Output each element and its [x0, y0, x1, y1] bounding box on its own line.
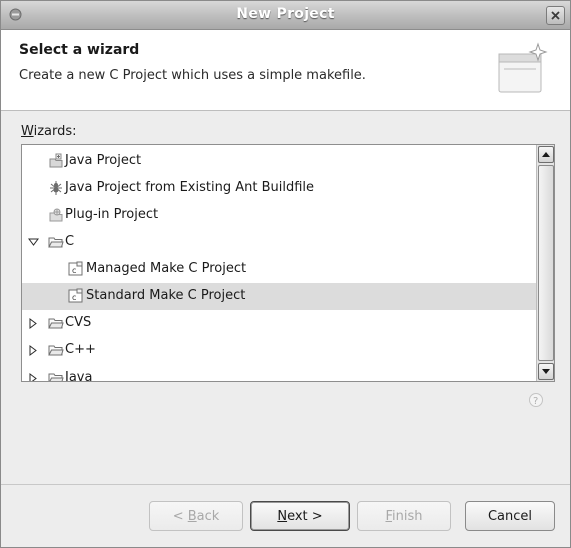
back-button[interactable]: < Back — [149, 501, 243, 531]
next-button-label: ext > — [287, 509, 323, 524]
tree-item-plugin-project[interactable]: Plug-in Project — [22, 202, 536, 229]
tree-item-label: CVS — [65, 315, 92, 330]
svg-text:c: c — [72, 266, 76, 275]
arrow-down-icon — [542, 369, 550, 374]
collapsed-arrow-icon[interactable] — [28, 318, 39, 329]
arrow-up-icon — [542, 152, 550, 157]
tree-item-label: Java — [65, 370, 93, 381]
vertical-scrollbar[interactable] — [536, 145, 554, 381]
back-button-label: ack — [196, 509, 220, 524]
svg-text:?: ? — [533, 396, 538, 407]
tree-item-label: Java Project — [65, 153, 142, 168]
new-project-dialog: New Project Select a wizard Create a new… — [0, 0, 571, 548]
c-project-icon: c — [68, 288, 83, 303]
tree-item-cvs-category[interactable]: CVS — [22, 310, 536, 337]
wizard-header: Select a wizard Create a new C Project w… — [1, 30, 570, 111]
scroll-up-button[interactable] — [538, 146, 554, 163]
button-bar-separator — [1, 484, 570, 485]
help-icon[interactable]: ? — [528, 392, 544, 408]
wizards-label-mnemonic: W — [21, 124, 34, 139]
title-bar[interactable]: New Project — [1, 1, 570, 30]
tree-item-c-category[interactable]: C — [22, 229, 536, 256]
tree-item-label: Standard Make C Project — [86, 288, 246, 303]
wizards-label: Wizards: — [21, 124, 77, 139]
close-icon — [551, 11, 560, 20]
c-project-icon: c — [68, 261, 83, 276]
plugin-icon — [49, 208, 63, 222]
close-button[interactable] — [546, 6, 565, 25]
header-description: Create a new C Project which uses a simp… — [19, 68, 366, 83]
next-button[interactable]: Next > — [250, 501, 350, 531]
tree-item-label: C — [65, 234, 75, 249]
tree-item-cpp-category[interactable]: C++ — [22, 337, 536, 364]
wizards-tree[interactable]: Java Project Java Project from Existing … — [21, 144, 555, 382]
tree-item-java-project[interactable]: Java Project — [22, 148, 536, 175]
new-wizard-banner-icon — [498, 42, 548, 93]
window-title: New Project — [236, 6, 335, 22]
tree-item-standard-make-c[interactable]: c Standard Make C Project — [22, 283, 536, 310]
back-button-mnemonic: B — [187, 509, 197, 524]
collapsed-arrow-icon[interactable] — [28, 373, 39, 381]
finish-button[interactable]: Finish — [357, 501, 451, 531]
tree-item-managed-make-c[interactable]: c Managed Make C Project — [22, 256, 536, 283]
folder-icon — [48, 318, 64, 329]
folder-icon — [48, 237, 64, 248]
tree-item-label: Plug-in Project — [65, 207, 159, 222]
tree-item-label: C++ — [65, 342, 96, 357]
expanded-arrow-icon[interactable] — [28, 237, 39, 248]
wizards-tree-rows: Java Project Java Project from Existing … — [22, 145, 536, 381]
collapsed-arrow-icon[interactable] — [28, 345, 39, 356]
finish-button-label: inish — [392, 509, 423, 524]
tree-item-label: Managed Make C Project — [86, 261, 247, 276]
java-project-icon — [49, 153, 63, 168]
scrollbar-thumb[interactable] — [538, 165, 554, 361]
tree-item-java-category[interactable]: Java — [22, 365, 536, 381]
scroll-down-button[interactable] — [538, 363, 554, 380]
tree-item-label: Java Project from Existing Ant Buildfile — [65, 180, 315, 195]
header-title: Select a wizard — [19, 42, 140, 58]
next-button-mnemonic: N — [277, 509, 288, 524]
folder-icon — [48, 345, 64, 356]
back-button-prefix: < — [172, 509, 188, 524]
tree-item-java-project-ant[interactable]: Java Project from Existing Ant Buildfile — [22, 175, 536, 202]
cancel-button[interactable]: Cancel — [465, 501, 555, 531]
svg-text:c: c — [72, 293, 76, 302]
ant-icon — [50, 181, 62, 195]
folder-icon — [48, 373, 64, 381]
wizards-label-text: izards: — [33, 124, 77, 139]
